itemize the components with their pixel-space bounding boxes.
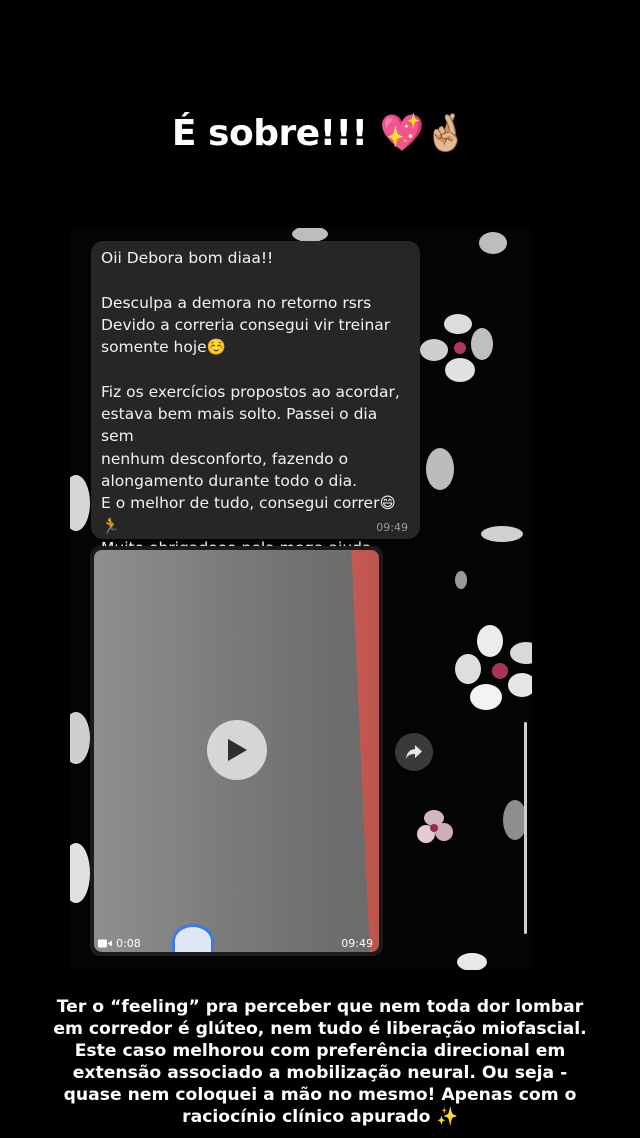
story-headline: É sobre!!! 💖🤞🏼: [0, 112, 640, 154]
forward-icon: [406, 745, 422, 759]
blossom-decoration: [455, 625, 532, 710]
petal-decoration: [479, 232, 507, 254]
petal-decoration: [426, 448, 454, 490]
blossom-decoration: [417, 810, 453, 843]
message-bubble[interactable]: Oii Debora bom diaa!! Desculpa a demora …: [91, 241, 420, 557]
headline-emoji: 💖🤞🏼: [379, 113, 469, 154]
petal-decoration: [70, 712, 90, 764]
video-duration-text: 0:08: [116, 937, 141, 950]
petal-decoration: [70, 843, 90, 903]
video-duration: 0:08: [98, 937, 141, 950]
video-timestamp: 09:49: [341, 937, 373, 950]
play-icon: [228, 739, 247, 761]
blossom-decoration: [420, 314, 493, 382]
petal-decoration: [70, 475, 90, 531]
shoe-tip: [172, 924, 214, 952]
caption-line: Ter o “feeling” pra perceber que nem tod…: [53, 997, 587, 1039]
video-message[interactable]: 0:08 09:49: [90, 546, 383, 956]
caption-line: Este caso melhorou com preferência direc…: [63, 1041, 577, 1127]
forward-button[interactable]: [395, 733, 433, 771]
headline-text: É sobre!!!: [171, 113, 368, 154]
message-timestamp: 09:49: [376, 521, 408, 534]
video-camera-icon: [98, 939, 112, 948]
petal-decoration: [457, 953, 487, 970]
play-button[interactable]: [207, 720, 267, 780]
scrollbar[interactable]: [524, 722, 527, 934]
story-caption: Ter o “feeling” pra perceber que nem tod…: [52, 996, 588, 1128]
petal-decoration: [481, 526, 523, 542]
message-text: Oii Debora bom diaa!! Desculpa a demora …: [101, 249, 400, 557]
running-track-lane: [351, 550, 379, 952]
petal-decoration: [455, 571, 467, 589]
